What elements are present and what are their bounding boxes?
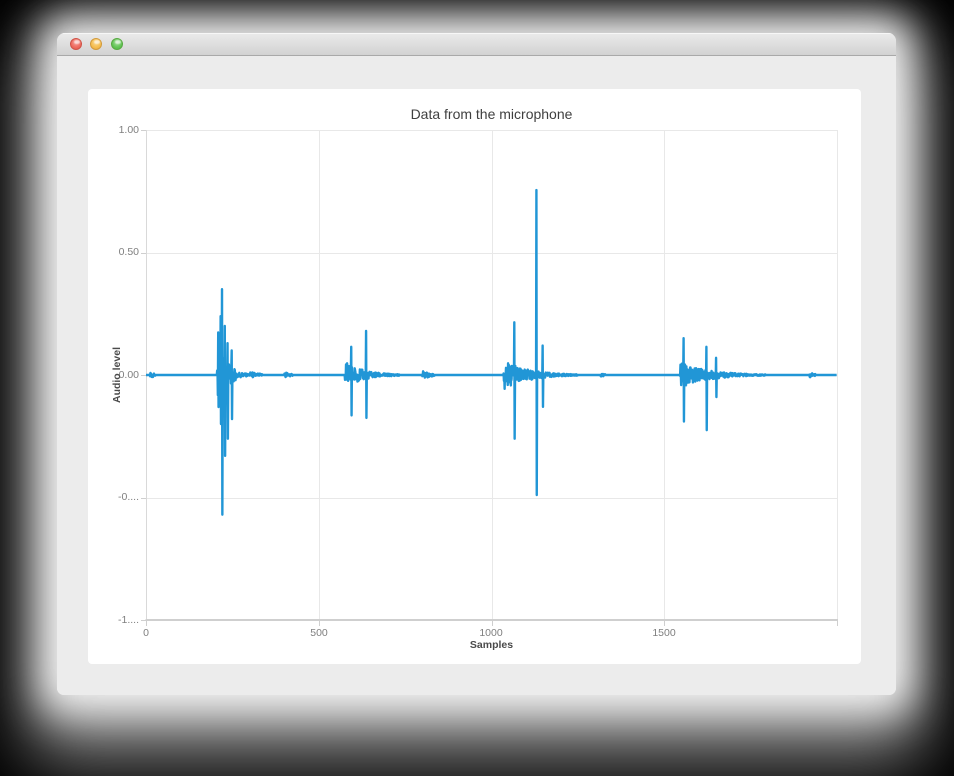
zoom-button[interactable] <box>111 38 123 50</box>
window-content: Data from the microphone 1.00 0.50 0.00 … <box>57 56 896 695</box>
x-tick-label: 0 <box>116 626 176 640</box>
app-window: Data from the microphone 1.00 0.50 0.00 … <box>57 33 896 695</box>
x-tick-label: 1000 <box>461 626 521 640</box>
chart-title: Data from the microphone <box>146 106 837 122</box>
x-tick-label: 1500 <box>634 626 694 640</box>
x-axis-title: Samples <box>441 639 542 651</box>
x-tick-label: 500 <box>289 626 349 640</box>
y-tick-label: -1.... <box>89 613 139 627</box>
waveform-plot-area <box>88 89 861 664</box>
y-tick-label: 0.50 <box>89 245 139 259</box>
y-tick-label: 1.00 <box>89 123 139 137</box>
window-titlebar[interactable] <box>57 33 896 56</box>
chart-card: Data from the microphone 1.00 0.50 0.00 … <box>88 89 861 664</box>
y-tick-label: -0.... <box>89 490 139 504</box>
y-axis-title: Audio level <box>111 325 125 425</box>
minimize-button[interactable] <box>90 38 102 50</box>
screenshot-root: { "window": { "traffic_lights": [ {"name… <box>0 0 954 776</box>
close-button[interactable] <box>70 38 82 50</box>
